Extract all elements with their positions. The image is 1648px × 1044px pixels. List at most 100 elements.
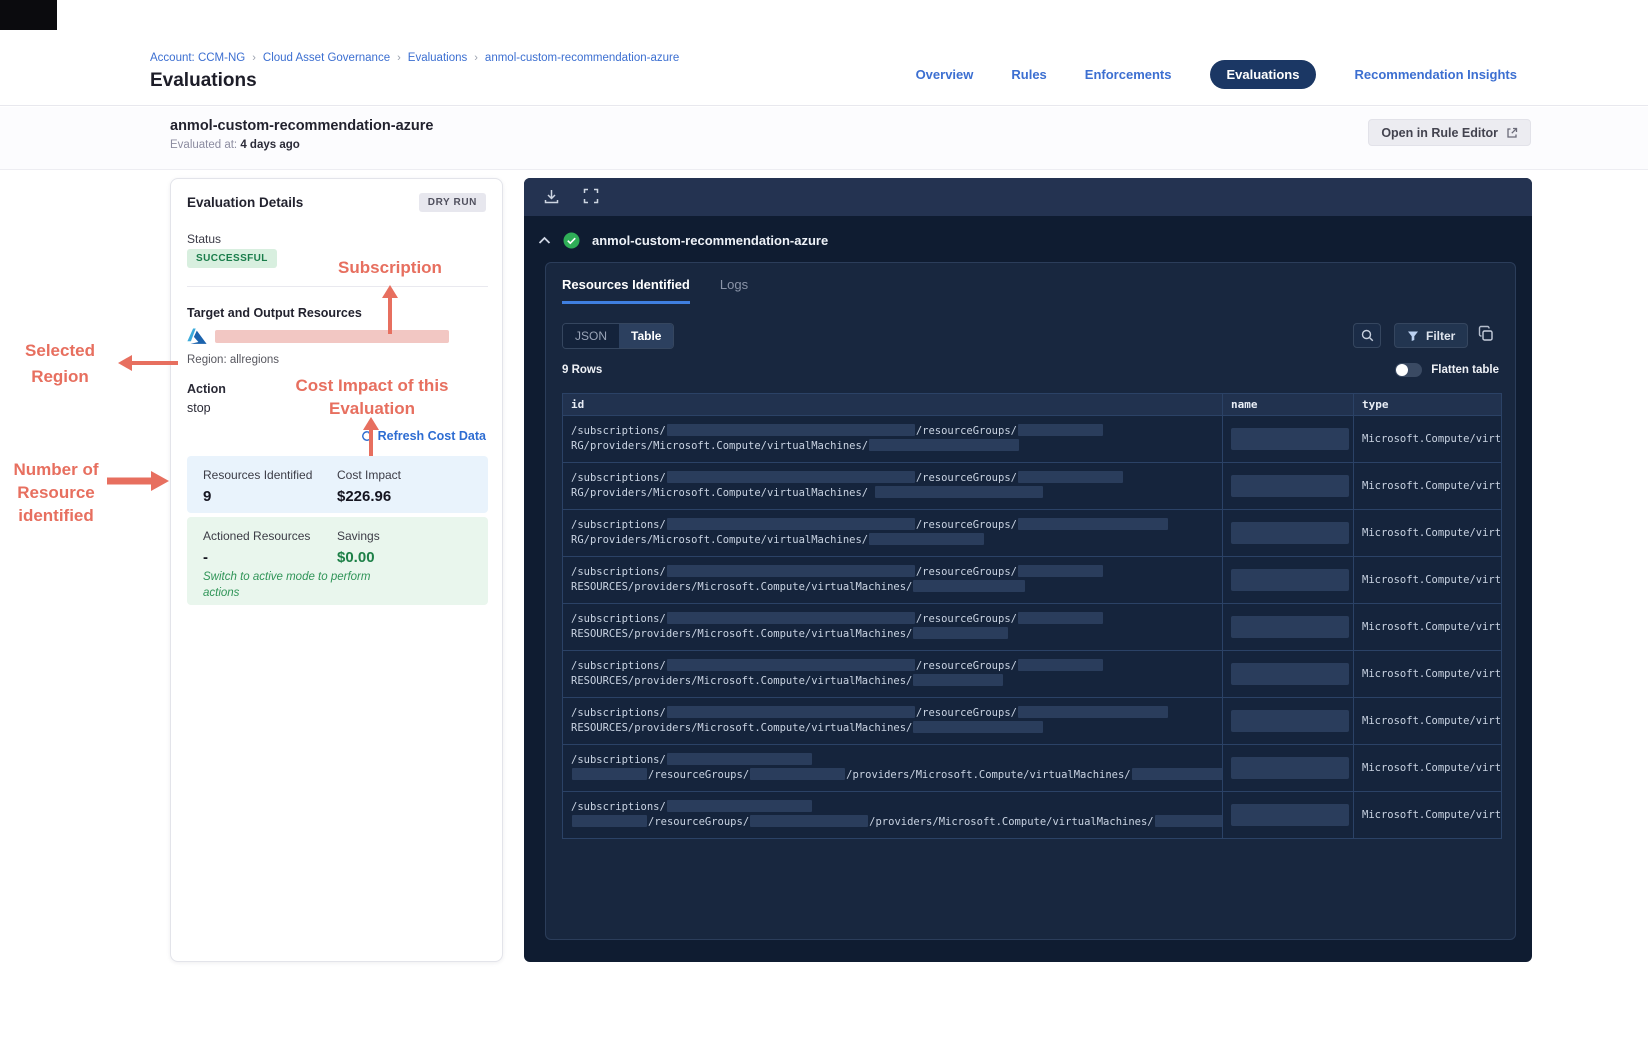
nav-item-evaluations[interactable]: Evaluations (1209, 60, 1317, 89)
evaluation-details-card: Evaluation Details DRY RUN Status SUCCES… (170, 178, 503, 962)
breadcrumb-link[interactable]: Evaluations (408, 52, 467, 64)
redacted-name (1231, 757, 1349, 779)
nav-item-rules[interactable]: Rules (1011, 67, 1046, 82)
results-panel: anmol-custom-recommendation-azure Resour… (524, 178, 1532, 962)
breadcrumb-link[interactable]: Cloud Asset Governance (263, 52, 390, 64)
selected-region-arrow (118, 355, 178, 371)
download-icon[interactable] (543, 188, 560, 205)
cell-name (1222, 697, 1354, 745)
actioned-resources: Actioned Resources - (203, 529, 310, 566)
redacted-text (666, 424, 915, 436)
nav-item-enforcements[interactable]: Enforcements (1085, 67, 1172, 82)
table-row: /subscriptions//resourceGroups//provider… (562, 791, 1502, 839)
region-text: Region: allregions (187, 354, 280, 366)
tab-resources-identified[interactable]: Resources Identified (562, 277, 690, 304)
table-row: /subscriptions//resourceGroups//provider… (562, 744, 1502, 792)
redacted-name (1231, 804, 1349, 826)
copy-icon[interactable] (1477, 325, 1495, 343)
redacted-text (1017, 659, 1103, 671)
open-rule-editor-button[interactable]: Open in Rule Editor (1368, 119, 1531, 146)
screen: Account: CCM-NG › Cloud Asset Governance › E… (0, 0, 1648, 1044)
identified-metrics-box: Resources Identified 9 Cost Impact $226.… (187, 456, 488, 513)
cell-type: Microsoft.Compute/virtu (1353, 509, 1502, 557)
status-label: Status (187, 232, 222, 246)
redacted-text (913, 627, 1009, 639)
external-link-icon (1506, 127, 1518, 139)
redacted-text (750, 815, 869, 827)
redacted-text (1017, 565, 1103, 577)
resources-identified: Resources Identified 9 (203, 468, 312, 505)
redacted-text (666, 612, 915, 624)
column-header-id[interactable]: id (562, 393, 1223, 416)
cell-name (1222, 415, 1354, 463)
table-row: /subscriptions//resourceGroups/RESOURCES… (562, 603, 1502, 651)
redacted-text (1154, 815, 1222, 827)
resource-id-line2: RESOURCES/providers/Microsoft.Compute/vi… (571, 674, 1214, 689)
evaluated-at: Evaluated at: 4 days ago (170, 139, 300, 151)
resource-id-line2: RESOURCES/providers/Microsoft.Compute/vi… (571, 580, 1214, 595)
resource-id-line1: /subscriptions//resourceGroups/ (571, 612, 1214, 627)
flatten-table-toggle[interactable] (1395, 363, 1423, 377)
table-row: /subscriptions//resourceGroups/RESOURCES… (562, 650, 1502, 698)
table-row: /subscriptions//resourceGroups/RG/provid… (562, 509, 1502, 557)
open-rule-editor-label: Open in Rule Editor (1381, 125, 1498, 140)
resource-id-line2: /resourceGroups//providers/Microsoft.Com… (571, 815, 1222, 830)
savings-label: Savings (337, 529, 380, 543)
collapse-chevron-icon[interactable] (538, 236, 551, 245)
resources-card: Resources Identified Logs JSON Table Filte… (545, 262, 1516, 940)
cell-type: Microsoft.Compute/virtu (1353, 697, 1502, 745)
cell-id: /subscriptions//resourceGroups/RESOURCES… (562, 603, 1223, 651)
nav-item-overview[interactable]: Overview (916, 67, 974, 82)
redacted-text (666, 753, 812, 765)
top-nav: Overview Rules Enforcements Evaluations Reco… (916, 60, 1517, 89)
table-row: /subscriptions//resourceGroups/RESOURCES… (562, 697, 1502, 745)
table-row: /subscriptions//resourceGroups/RESOURCES… (562, 556, 1502, 604)
table-row: /subscriptions//resourceGroups/RG/provid… (562, 415, 1502, 463)
redacted-text (750, 768, 846, 780)
table-row: /subscriptions//resourceGroups/RG/provid… (562, 462, 1502, 510)
cell-name (1222, 462, 1354, 510)
cell-name (1222, 650, 1354, 698)
cell-id: /subscriptions//resourceGroups/RESOURCES… (562, 697, 1223, 745)
top-left-dark-corner (0, 0, 57, 30)
actioned-resources-label: Actioned Resources (203, 529, 311, 543)
column-header-type[interactable]: type (1353, 393, 1502, 416)
redacted-text (1017, 471, 1123, 483)
redacted-text (1131, 768, 1222, 780)
panel-toolbar (524, 178, 1532, 216)
search-button[interactable] (1353, 323, 1381, 348)
table-header-row: id name type (562, 393, 1502, 416)
result-tabs: Resources Identified Logs (562, 277, 748, 304)
cell-id: /subscriptions//resourceGroups/RG/provid… (562, 462, 1223, 510)
cell-type: Microsoft.Compute/virtu (1353, 650, 1502, 698)
cell-type: Microsoft.Compute/virtu (1353, 415, 1502, 463)
fullscreen-icon[interactable] (583, 188, 599, 204)
tab-logs[interactable]: Logs (720, 277, 748, 304)
resource-count-arrow (107, 471, 169, 491)
redacted-text (666, 565, 915, 577)
view-toggle-json[interactable]: JSON (563, 324, 620, 348)
cell-id: /subscriptions//resourceGroups/RG/provid… (562, 415, 1223, 463)
column-header-name[interactable]: name (1222, 393, 1354, 416)
cost-impact-label: Cost Impact (337, 468, 402, 482)
view-toggle: JSON Table (562, 323, 675, 349)
redacted-text (913, 580, 1026, 592)
filter-button[interactable]: Filter (1394, 323, 1469, 348)
action-label: Action (187, 382, 226, 396)
annotation-selected-region: Selected Region (25, 341, 95, 386)
cell-type: Microsoft.Compute/virtu (1353, 744, 1502, 792)
breadcrumb-link[interactable]: Account: CCM-NG (150, 52, 245, 64)
page-title: Evaluations (150, 70, 257, 91)
cell-type: Microsoft.Compute/virtu (1353, 556, 1502, 604)
cost-impact-arrow (363, 417, 379, 456)
breadcrumb-link[interactable]: anmol-custom-recommendation-azure (485, 52, 679, 64)
cell-name (1222, 603, 1354, 651)
search-icon (1361, 329, 1374, 342)
nav-item-recommendation-insights[interactable]: Recommendation Insights (1354, 67, 1517, 82)
resource-id-line2: RG/providers/Microsoft.Compute/virtualMa… (571, 439, 1214, 454)
cell-name (1222, 744, 1354, 792)
resources-identified-label: Resources Identified (203, 468, 313, 482)
view-toggle-table[interactable]: Table (619, 324, 674, 348)
resource-id-line2: RG/providers/Microsoft.Compute/virtualMa… (571, 533, 1214, 548)
breadcrumb-separator: › (252, 52, 256, 64)
